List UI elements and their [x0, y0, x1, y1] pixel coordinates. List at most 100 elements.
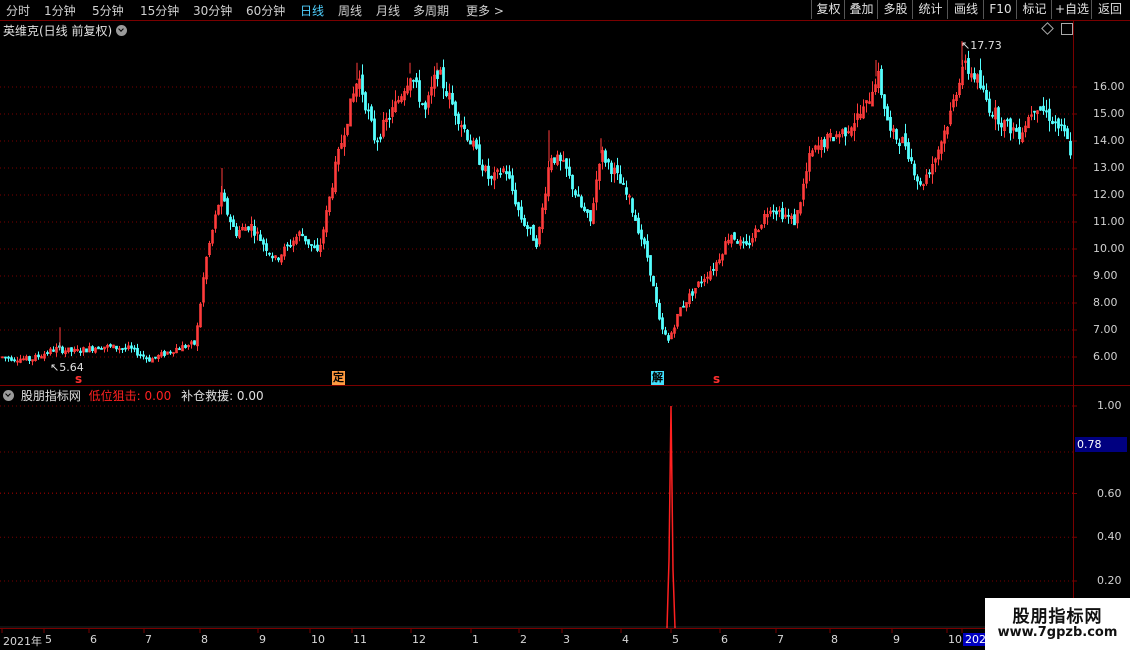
candle-body: [85, 348, 88, 353]
candle-body: [1018, 126, 1021, 140]
candle-body: [649, 255, 652, 276]
y-tick-label: 11.00: [1093, 215, 1125, 228]
candle-body: [142, 354, 145, 357]
candle-body: [466, 129, 469, 141]
low-arrow-icon: ↖: [50, 361, 60, 374]
candle-body: [70, 347, 73, 352]
chart-grid: [0, 86, 1077, 582]
candle-body: [253, 225, 256, 236]
candle-body: [136, 347, 139, 356]
candle-body: [289, 245, 292, 247]
candle-body: [307, 239, 310, 245]
candle-body: [631, 198, 634, 213]
x-tick-label: 8: [201, 633, 208, 646]
candle-body: [682, 305, 685, 308]
candle-body: [316, 244, 319, 251]
candle-body: [499, 173, 502, 175]
candle-body: [1060, 124, 1063, 127]
candle-body: [442, 67, 445, 89]
kline-chart[interactable]: [0, 0, 1130, 650]
candle-body: [100, 347, 103, 350]
candle-body: [1069, 140, 1072, 156]
candle-body: [490, 175, 493, 179]
candle-body: [667, 335, 670, 341]
x-tick-label: 7: [145, 633, 152, 646]
candle-body: [259, 234, 262, 242]
candle-body: [748, 242, 751, 246]
candle-body: [643, 238, 646, 245]
x-tick-label: 11: [353, 633, 367, 646]
y-tick-label: 6.00: [1093, 350, 1118, 363]
candle-body: [1051, 120, 1054, 124]
candle-body: [1015, 128, 1018, 132]
x-tick-label: 5: [45, 633, 52, 646]
indicator-y-tick-label: 0.60: [1097, 486, 1122, 500]
candle-body: [310, 244, 313, 246]
candle-body: [163, 351, 166, 356]
stock-title-text: 英维克(日线 前复权): [3, 24, 113, 38]
candle-body: [457, 113, 460, 125]
candle-body: [481, 164, 484, 171]
candle-body: [652, 275, 655, 287]
candle-body: [910, 157, 913, 162]
candle-body: [622, 183, 625, 185]
candle-body: [886, 106, 889, 121]
indicator-title[interactable]: 股朋指标网 低位狙击: 0.00 补仓救援: 0.00: [3, 387, 264, 404]
candle-body: [640, 229, 643, 240]
candle-body: [313, 245, 316, 249]
candle-body: [988, 98, 991, 113]
candle-body: [625, 187, 628, 195]
x-tick-label: 3: [563, 633, 570, 646]
stock-title[interactable]: 英维克(日线 前复权): [3, 22, 130, 39]
candle-body: [364, 92, 367, 111]
candle-body: [28, 356, 31, 361]
candle-body: [844, 127, 847, 137]
candle-body: [184, 345, 187, 348]
candle-body: [265, 243, 268, 251]
chevron-down-icon[interactable]: [116, 25, 128, 36]
candle-body: [262, 239, 265, 245]
chevron-down-icon[interactable]: [3, 390, 14, 401]
candle-body: [571, 174, 574, 190]
marker-jie[interactable]: 解: [651, 371, 664, 385]
candle-body: [985, 89, 988, 100]
candle-body: [895, 129, 898, 140]
candle-body: [193, 340, 196, 345]
marker-s-2[interactable]: s: [713, 372, 720, 386]
candle-body: [1042, 105, 1045, 112]
candle-body: [610, 162, 613, 174]
indicator-series: [0, 405, 1073, 629]
candle-body: [286, 244, 289, 247]
candle-body: [529, 226, 532, 229]
candle-body: [982, 85, 985, 90]
candle-body: [1063, 124, 1066, 132]
candle-body: [733, 232, 736, 240]
candle-body: [367, 109, 370, 112]
window-icon[interactable]: [1061, 23, 1073, 35]
x-tick-label: 1: [472, 633, 479, 646]
candle-body: [148, 357, 151, 362]
indicator-line1-label: 低位狙击: 0.00: [88, 389, 172, 403]
candle-body: [793, 214, 796, 226]
candle-body: [700, 281, 703, 284]
candle-body: [775, 210, 778, 215]
candle-body: [424, 102, 427, 110]
candle-body: [145, 357, 148, 360]
candle-body: [505, 171, 508, 175]
candle-body: [967, 58, 970, 74]
candle-body: [997, 107, 1000, 125]
candle-body: [883, 94, 886, 109]
candle-body: [565, 158, 568, 169]
candle-body: [604, 150, 607, 163]
candle-body: [79, 350, 82, 353]
y-tick-label: 7.00: [1093, 323, 1118, 336]
candle-body: [646, 240, 649, 258]
y-tick-label: 10.00: [1093, 242, 1125, 255]
x-tick-label: 5: [672, 633, 679, 646]
marker-s-1[interactable]: s: [75, 372, 82, 386]
marker-ding[interactable]: 定: [332, 371, 345, 385]
candle-body: [247, 226, 250, 231]
x-tick-label: 12: [412, 633, 426, 646]
candle-body: [616, 165, 619, 174]
candle-body: [832, 136, 835, 142]
